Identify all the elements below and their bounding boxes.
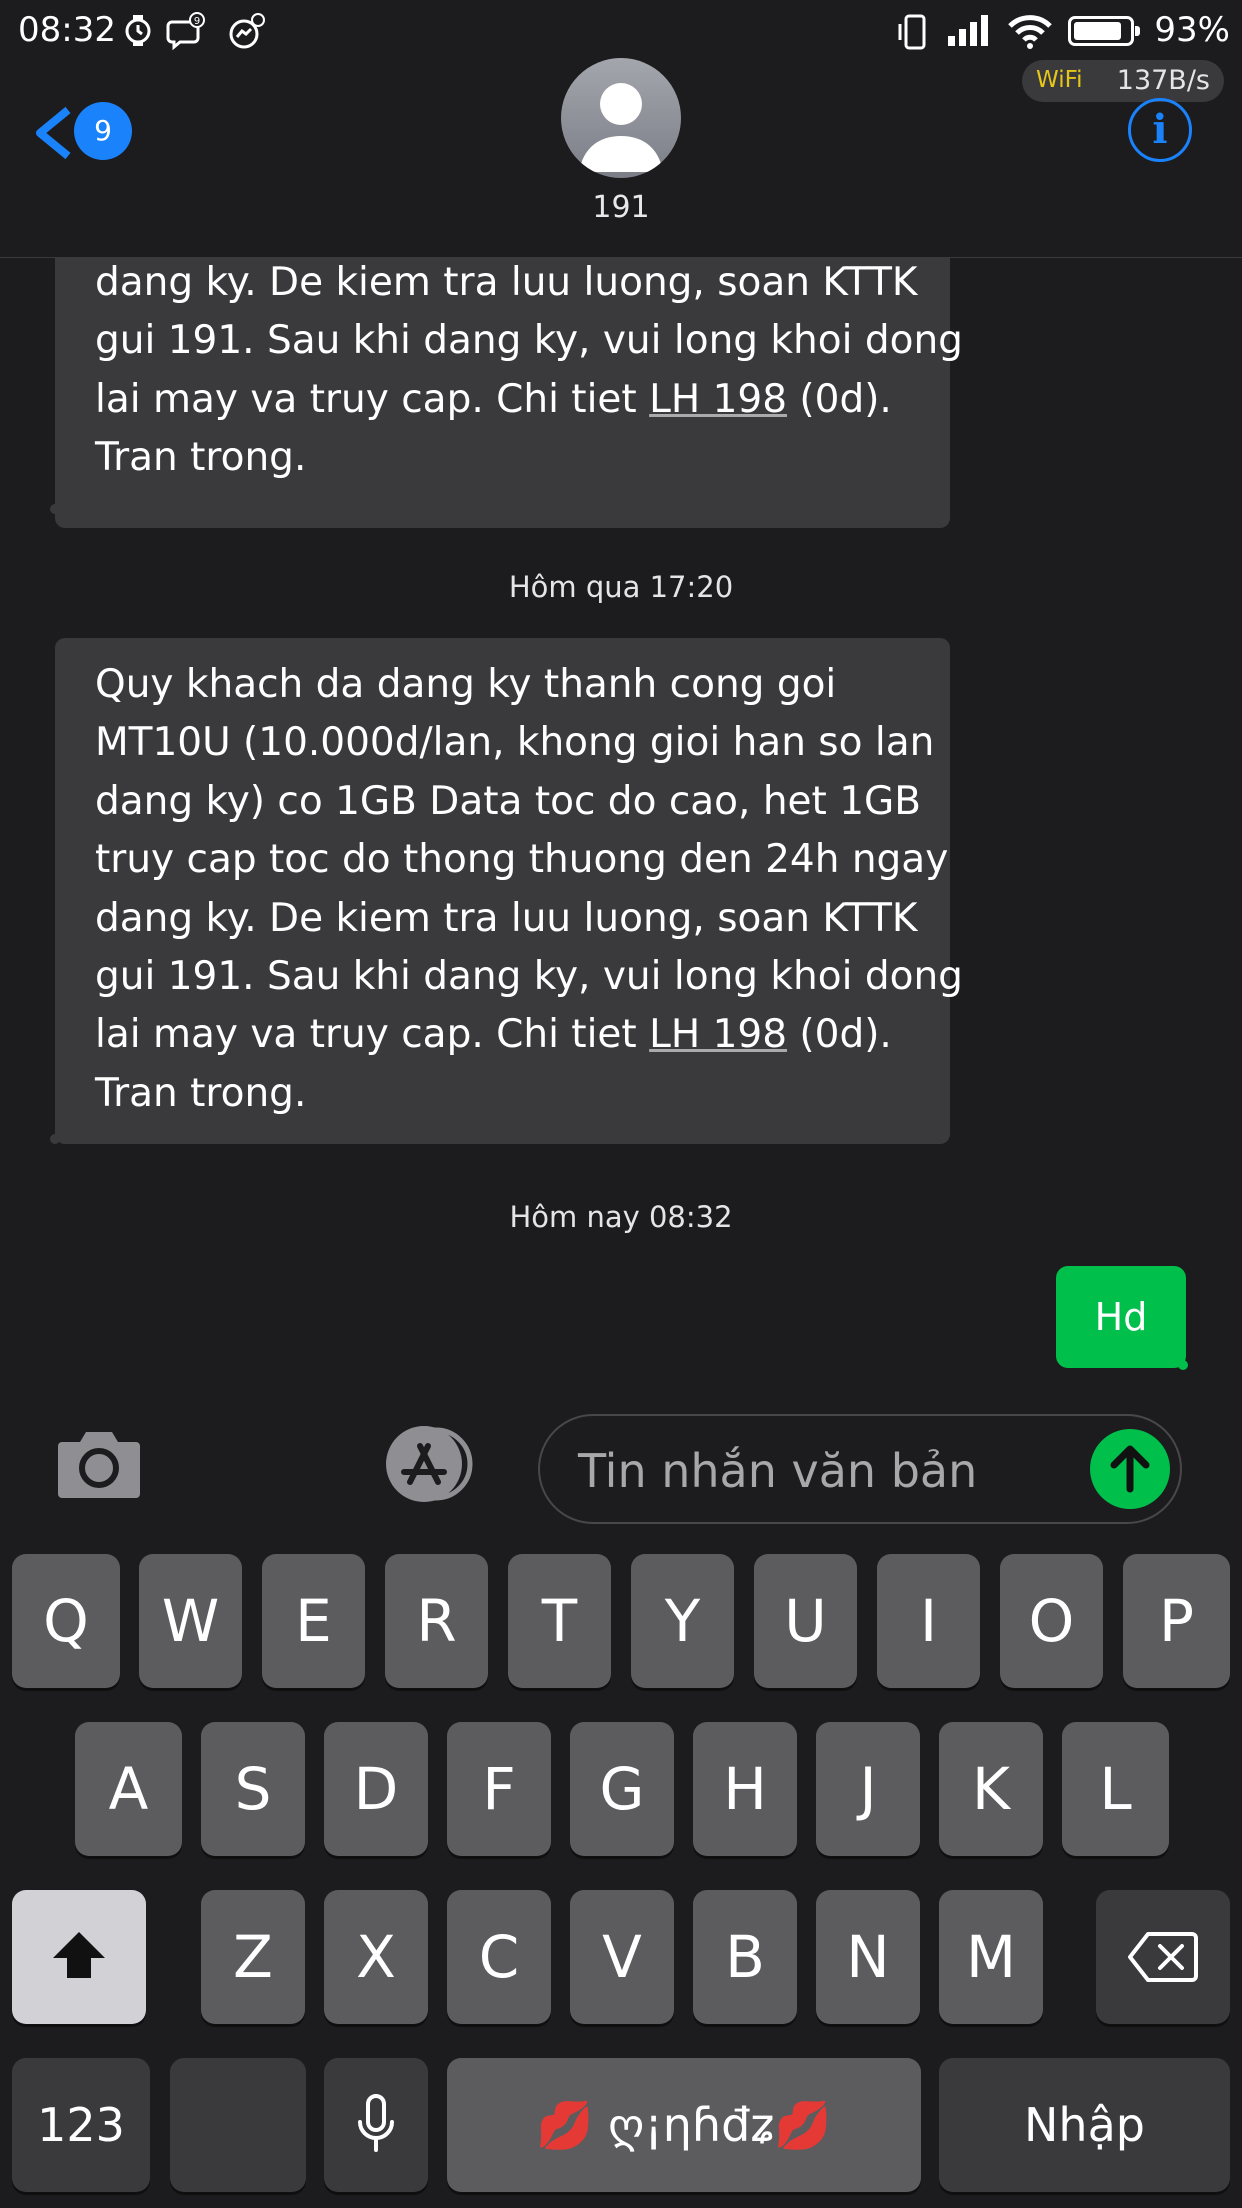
status-bar: 08:32 9 93%	[0, 0, 1242, 60]
send-arrow-icon	[1110, 1445, 1150, 1493]
message-text: (0d).	[787, 376, 892, 422]
battery-fill	[1074, 22, 1121, 40]
return-key[interactable]: Nhập	[939, 2058, 1230, 2192]
compose-bar: Tin nhắn văn bản	[0, 1408, 1242, 1548]
message-line: Quy khach da dang ky thanh cong goi	[95, 662, 837, 707]
message-input-placeholder: Tin nhắn văn bản	[578, 1444, 978, 1498]
shift-key[interactable]	[12, 1890, 146, 2024]
key-y[interactable]: Y	[631, 1554, 734, 1688]
key-b[interactable]: B	[693, 1890, 797, 2024]
backspace-key[interactable]	[1096, 1890, 1230, 2024]
network-speed-value: 137B/s	[1116, 65, 1210, 96]
chat-icon: 9	[166, 12, 205, 51]
alarm-icon	[120, 12, 156, 48]
network-type-label: WiFi	[1036, 67, 1083, 93]
message-line: dang ky) co 1GB Data toc do cao, het 1GB	[95, 778, 922, 824]
messenger-icon	[226, 12, 265, 49]
numbers-key[interactable]: 123	[12, 2058, 150, 2192]
microphone-icon	[358, 2094, 394, 2152]
key-w[interactable]: W	[139, 1554, 242, 1688]
message-text: lai may va truy cap. Chi tiet	[95, 376, 650, 422]
key-q[interactable]: Q	[12, 1554, 120, 1688]
bubble-tail	[50, 1134, 60, 1144]
keyboard: Q W E R T Y U I O P A S D F G H J K L Z …	[0, 1548, 1242, 2208]
battery-nub	[1135, 26, 1140, 36]
key-h[interactable]: H	[693, 1722, 797, 1856]
message-line: lai may va truy cap. Chi tiet LH 198 (0d…	[95, 371, 910, 429]
key-l[interactable]: L	[1062, 1722, 1169, 1856]
phone-link[interactable]: LH 198	[649, 377, 787, 422]
key-z[interactable]: Z	[201, 1890, 305, 2024]
key-d[interactable]: D	[324, 1722, 428, 1856]
incoming-message-bubble[interactable]: Quy khach da dang ky thanh cong goi MT10…	[55, 638, 963, 1144]
timestamp: Hôm nay 08:32	[509, 1200, 733, 1234]
shift-icon	[53, 1932, 105, 1978]
avatar-icon[interactable]	[561, 58, 681, 178]
message-line: dang ky. De kiem tra luu luong, soan KTT…	[95, 895, 918, 941]
key-v[interactable]: V	[570, 1890, 674, 2024]
camera-icon	[58, 1432, 140, 1498]
network-speed-indicator: WiFi 137B/s	[1022, 60, 1224, 102]
message-line: lai may va truy cap. Chi tiet LH 198 (0d…	[95, 1006, 910, 1064]
battery-icon	[1068, 16, 1140, 46]
app-store-icon	[386, 1426, 473, 1502]
key-e[interactable]: E	[262, 1554, 365, 1688]
status-time: 08:32	[18, 10, 116, 50]
key-r[interactable]: R	[385, 1554, 488, 1688]
key-c[interactable]: C	[447, 1890, 551, 2024]
app-store-button[interactable]	[374, 1424, 482, 1504]
message-line: gui 191. Sau khi dang ky, vui long khoi …	[95, 954, 963, 1000]
outgoing-message-bubble[interactable]: Hd	[1056, 1266, 1186, 1368]
dictation-key[interactable]	[324, 2058, 428, 2192]
key-m[interactable]: M	[939, 1890, 1043, 2024]
back-chevron-icon	[36, 106, 71, 160]
message-line: Tran trong.	[95, 435, 307, 481]
message-text: lai may va truy cap. Chi tiet	[95, 1012, 650, 1058]
key-p[interactable]: P	[1123, 1554, 1230, 1688]
emoji-key[interactable]	[170, 2058, 306, 2192]
bubble-tail	[50, 504, 60, 514]
backspace-icon	[1128, 1932, 1198, 1982]
message-line: truy cap toc do thong thuong den 24h nga…	[95, 837, 949, 883]
signal-icon	[946, 12, 992, 48]
key-n[interactable]: N	[816, 1890, 920, 2024]
message-line: gui 191. Sau khi dang ky, vui long khoi …	[95, 318, 963, 364]
back-button[interactable]: 9	[30, 100, 140, 164]
key-i[interactable]: I	[877, 1554, 980, 1688]
message-text: (0d).	[787, 1012, 892, 1058]
message-input[interactable]: Tin nhắn văn bản	[538, 1414, 1182, 1524]
key-s[interactable]: S	[201, 1722, 305, 1856]
message-line: Tran trong.	[95, 1070, 307, 1116]
phone-link[interactable]: LH 198	[649, 1012, 787, 1057]
message-line: MT10U (10.000d/lan, khong gioi han so la…	[95, 720, 935, 766]
wifi-icon	[1006, 12, 1054, 49]
message-line: dang ky. De kiem tra luu luong, soan KTT…	[95, 260, 918, 305]
svg-text:9: 9	[194, 16, 200, 27]
unread-count-badge: 9	[74, 102, 132, 160]
bubble-tail	[1178, 1360, 1188, 1370]
timestamp: Hôm qua 17:20	[508, 570, 734, 604]
info-icon[interactable]: i	[1128, 98, 1192, 162]
key-t[interactable]: T	[508, 1554, 611, 1688]
message-thread[interactable]: dang ky. De kiem tra luu luong, soan KTT…	[0, 258, 1242, 1408]
space-key[interactable]: 💋 ღ¡ηɦđʑ💋	[447, 2058, 921, 2192]
key-j[interactable]: J	[816, 1722, 920, 1856]
phone-vibrate-icon	[896, 12, 932, 50]
key-g[interactable]: G	[570, 1722, 674, 1856]
key-x[interactable]: X	[324, 1890, 428, 2024]
incoming-message-bubble[interactable]: dang ky. De kiem tra luu luong, soan KTT…	[55, 258, 963, 528]
key-o[interactable]: O	[1000, 1554, 1103, 1688]
key-u[interactable]: U	[754, 1554, 857, 1688]
camera-button[interactable]	[56, 1426, 142, 1502]
key-a[interactable]: A	[75, 1722, 182, 1856]
key-k[interactable]: K	[939, 1722, 1043, 1856]
conversation-header: 08:32 9 93% WiFi 137B/s 9 191 i	[0, 0, 1242, 258]
battery-percent: 93%	[1154, 10, 1230, 50]
send-button[interactable]	[1090, 1429, 1170, 1509]
key-f[interactable]: F	[447, 1722, 551, 1856]
contact-name[interactable]: 191	[0, 190, 1242, 225]
